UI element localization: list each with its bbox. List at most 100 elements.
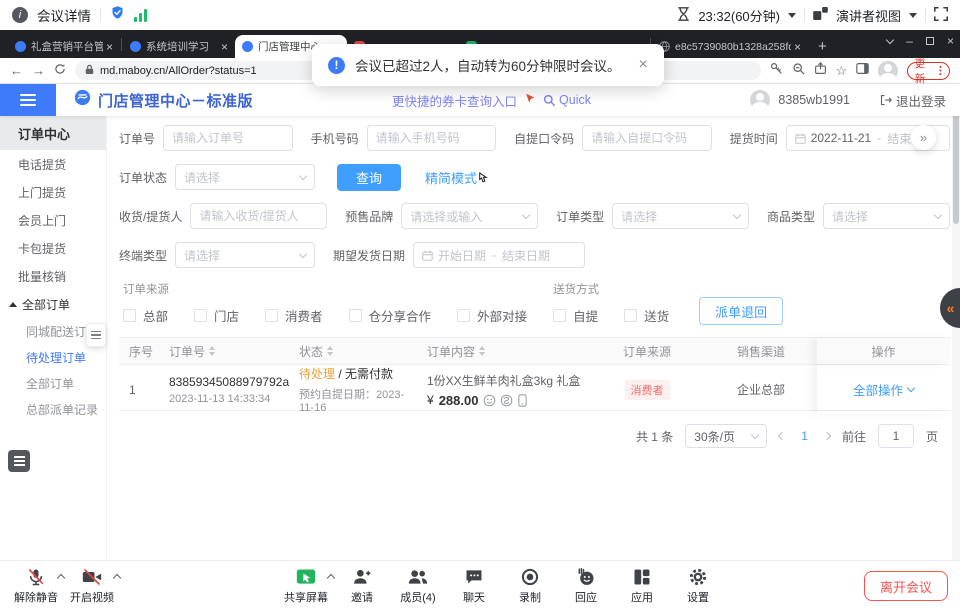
checkbox-delivery[interactable]: 送货 (624, 306, 669, 325)
sidebar-group-all-orders[interactable]: 全部订单 (0, 290, 106, 318)
goto-page-input[interactable] (878, 424, 914, 448)
checkbox-icon[interactable] (553, 309, 566, 322)
fullscreen-icon[interactable] (934, 7, 948, 24)
checkbox-self-pickup[interactable]: 自提 (553, 306, 598, 325)
new-tab-button[interactable]: + (818, 38, 827, 55)
floating-list-widget[interactable] (8, 450, 30, 472)
ship-date-range[interactable]: 开始日期 - 结束日期 (413, 242, 585, 268)
ship-end-date-placeholder[interactable]: 结束日期 (502, 247, 550, 264)
header-order-no[interactable]: 订单号 (159, 343, 289, 360)
order-no-input[interactable] (172, 131, 284, 145)
dispatch-return-button[interactable]: 派单退回 (699, 297, 783, 325)
sidebar-item-member-visit[interactable]: 会员上门 (0, 206, 106, 234)
pickup-code-input[interactable] (591, 131, 703, 145)
next-page-icon[interactable] (823, 432, 831, 440)
window-minimize-icon[interactable]: – (906, 34, 913, 48)
quick-search-link[interactable]: Quick (543, 93, 591, 107)
checkbox-hq[interactable]: 总部 (123, 306, 168, 325)
unmute-button[interactable]: 解除静音 (8, 566, 64, 605)
checkbox-icon[interactable] (123, 309, 136, 322)
share-icon[interactable] (814, 62, 827, 80)
checkbox-icon[interactable] (265, 309, 278, 322)
security-shield-icon[interactable] (110, 5, 125, 25)
chat-button[interactable]: 聊天 (446, 566, 502, 605)
refresh-icon[interactable] (54, 62, 66, 80)
user-avatar[interactable] (750, 90, 770, 110)
sidebar-item-phone-pickup[interactable]: 电话提货 (0, 150, 106, 178)
meeting-info-icon[interactable]: i (12, 7, 28, 23)
search-button[interactable]: 查询 (337, 164, 401, 191)
toast-close-icon[interactable]: × (639, 56, 648, 74)
expand-filters-button[interactable]: » (911, 125, 936, 150)
checkbox-external[interactable]: 外部对接 (457, 306, 527, 325)
browser-tab-2[interactable]: 系统培训学习 × (123, 35, 235, 58)
sort-icon[interactable] (327, 346, 333, 356)
apps-button[interactable]: 应用 (614, 566, 670, 605)
checkbox-consumer[interactable]: 消费者 (265, 306, 323, 325)
header-content[interactable]: 订单内容 (417, 343, 589, 360)
chrome-update-button[interactable]: 更新 (907, 62, 950, 80)
page-size-select[interactable]: 30条/页 (685, 424, 767, 448)
checkbox-icon[interactable] (624, 309, 637, 322)
view-mode-caret[interactable] (909, 13, 917, 18)
tab-close-icon[interactable]: × (794, 40, 801, 54)
promo-link[interactable]: 更快捷的券卡查询入口 (392, 91, 517, 110)
browser-tab-6[interactable]: e8c5739080b1328a258fd2e618 × (652, 35, 808, 58)
ship-start-date-placeholder[interactable]: 开始日期 (438, 247, 486, 264)
network-signal-icon[interactable] (134, 9, 147, 22)
sort-icon[interactable] (479, 346, 485, 356)
sidebar-item-all-orders[interactable]: 全部订单 (0, 370, 106, 396)
settings-button[interactable]: 设置 (670, 566, 726, 605)
reactions-button[interactable]: 回应 (558, 566, 614, 605)
header-status[interactable]: 状态 (289, 343, 417, 360)
record-button[interactable]: 录制 (502, 566, 558, 605)
chevron-up-icon[interactable] (113, 574, 121, 582)
sidebar-item-pending-orders[interactable]: 待处理订单 (0, 344, 106, 370)
prev-page-icon[interactable] (778, 432, 786, 440)
order-type-select[interactable]: 请选择 (612, 203, 749, 229)
window-maximize-icon[interactable] (926, 37, 934, 45)
timer-dropdown-caret[interactable] (788, 13, 796, 18)
tab-close-icon[interactable]: × (106, 40, 113, 54)
goods-type-select[interactable]: 请选择 (823, 203, 950, 229)
password-key-icon[interactable] (770, 62, 783, 80)
share-screen-button[interactable]: 共享屏幕 (278, 566, 334, 605)
meeting-details-label[interactable]: 会议详情 (37, 5, 91, 25)
brand-select[interactable]: 请选择或输入 (401, 203, 538, 229)
checkbox-icon[interactable] (457, 309, 470, 322)
sort-icon[interactable] (209, 346, 215, 356)
back-icon[interactable]: ← (10, 64, 23, 77)
sidebar-item-door-pickup[interactable]: 上门提货 (0, 178, 106, 206)
current-page[interactable]: 1 (797, 429, 812, 443)
bookmark-star-icon[interactable]: ☆ (836, 63, 848, 79)
invite-button[interactable]: 邀请 (334, 566, 390, 605)
checkbox-icon[interactable] (194, 309, 207, 322)
zoom-icon[interactable] (792, 62, 805, 80)
terminal-type-select[interactable]: 请选择 (175, 242, 315, 268)
sidebar-item-batch-verify[interactable]: 批量核销 (0, 262, 106, 290)
checkbox-warehouse-share[interactable]: 仓分享合作 (349, 306, 432, 325)
simple-mode-link[interactable]: 精简模式 (425, 168, 477, 187)
sidebar-toggle-button[interactable] (0, 84, 56, 116)
sidebar-drag-handle[interactable] (86, 323, 106, 347)
leave-meeting-button[interactable]: 离开会议 (864, 571, 948, 601)
logout-button[interactable]: 退出登录 (880, 91, 946, 110)
view-mode-label[interactable]: 演讲者视图 (836, 6, 901, 25)
all-actions-dropdown[interactable]: 全部操作 (853, 380, 914, 399)
browser-tab-1[interactable]: 礼盒营销平台管理中心 × (8, 35, 120, 58)
tab-close-icon[interactable]: × (221, 40, 228, 54)
side-panel-icon[interactable] (856, 62, 869, 80)
members-button[interactable]: 成员(4) (390, 566, 446, 605)
sidebar-item-hq-dispatch-log[interactable]: 总部派单记录 (0, 396, 106, 422)
browser-profile-avatar[interactable] (878, 61, 898, 81)
checkbox-icon[interactable] (349, 309, 362, 322)
checkbox-store[interactable]: 门店 (194, 306, 239, 325)
pickup-start-date[interactable]: 2022-11-21 (811, 131, 872, 145)
sidebar-item-card-pickup[interactable]: 卡包提货 (0, 234, 106, 262)
forward-icon[interactable]: → (32, 64, 45, 77)
start-video-button[interactable]: 开启视频 (64, 566, 120, 605)
window-close-icon[interactable]: × (947, 34, 954, 48)
order-status-select[interactable]: 请选择 (175, 164, 315, 190)
receiver-input[interactable] (199, 209, 318, 223)
phone-input[interactable] (376, 131, 488, 145)
